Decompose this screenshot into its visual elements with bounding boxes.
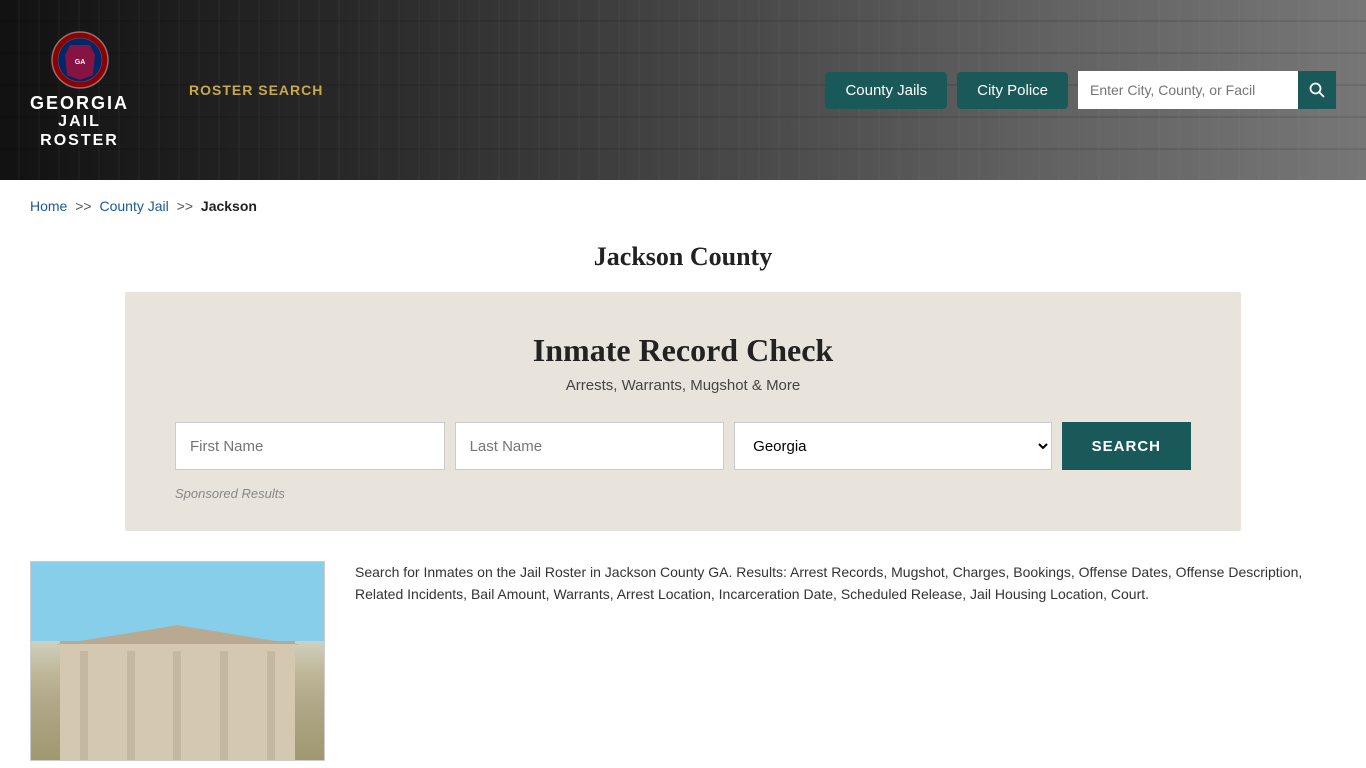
inmate-record-section: Inmate Record Check Arrests, Warrants, M… [125,292,1241,531]
column-4 [220,651,228,760]
courthouse-image [30,561,325,761]
state-select[interactable]: Georgia Alabama Florida Tennessee [734,422,1052,470]
column-5 [267,651,275,760]
roster-search-nav[interactable]: ROSTER SEARCH [189,82,323,98]
svg-text:GA: GA [74,59,85,66]
first-name-input[interactable] [175,422,445,470]
breadcrumb-county-jail[interactable]: County Jail [100,198,169,214]
bottom-description: Search for Inmates on the Jail Roster in… [355,561,1336,606]
inmate-record-subtitle: Arrests, Warrants, Mugshot & More [175,377,1191,394]
breadcrumb: Home >> County Jail >> Jackson [0,180,1366,232]
breadcrumb-home[interactable]: Home [30,198,67,214]
logo-roster-text: ROSTER [40,131,119,150]
bottom-section: Search for Inmates on the Jail Roster in… [30,561,1336,761]
logo-georgia-text: GEORGIA [30,94,129,112]
city-police-button[interactable]: City Police [957,72,1068,109]
logo-area[interactable]: GA GEORGIA JAIL ROSTER [30,30,129,150]
breadcrumb-sep2: >> [177,198,193,214]
header-search-button[interactable] [1298,71,1336,109]
column-1 [80,651,88,760]
column-2 [127,651,135,760]
inmate-search-button[interactable]: SEARCH [1062,422,1191,470]
logo-jail-text: JAIL [58,112,101,131]
search-icon [1309,82,1325,98]
sponsored-results-label: Sponsored Results [175,486,1191,501]
inmate-search-form: Georgia Alabama Florida Tennessee SEARCH [175,422,1191,470]
page-title: Jackson County [0,242,1366,272]
header-content: GA GEORGIA JAIL ROSTER ROSTER SEARCH Cou… [0,0,1366,180]
breadcrumb-sep1: >> [75,198,91,214]
building-columns [60,651,294,760]
breadcrumb-current: Jackson [201,198,257,214]
site-header: GA GEORGIA JAIL ROSTER ROSTER SEARCH Cou… [0,0,1366,180]
header-search-input[interactable] [1078,71,1298,109]
header-nav-right: County Jails City Police [825,71,1336,109]
header-search-bar [1078,71,1336,109]
inmate-record-title: Inmate Record Check [175,332,1191,369]
column-3 [173,651,181,760]
last-name-input[interactable] [455,422,725,470]
georgia-seal-icon: GA [50,30,110,90]
county-jails-button[interactable]: County Jails [825,72,947,109]
